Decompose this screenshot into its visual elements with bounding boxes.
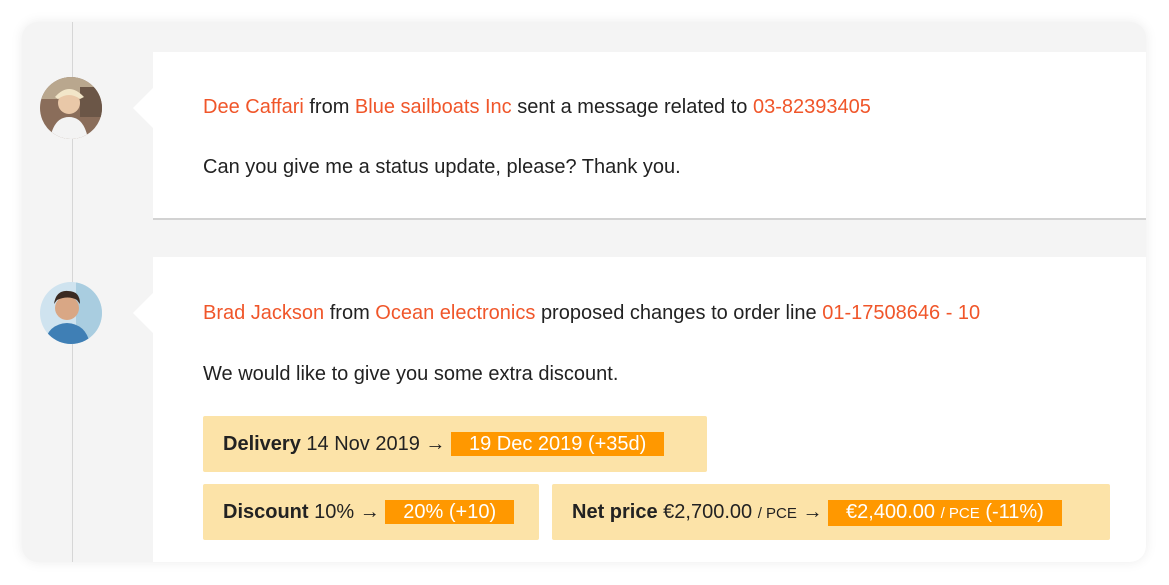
action-text: proposed changes to order line bbox=[540, 302, 817, 324]
order-line-link[interactable]: 01-17508646 - 10 bbox=[822, 302, 980, 324]
arrow-icon: → bbox=[359, 501, 380, 523]
avatar-dee-caffari bbox=[40, 77, 102, 139]
net-price-change-chip: Net price €2,700.00 / PCE → €2,400.00 / … bbox=[552, 484, 1110, 540]
discount-label: Discount bbox=[223, 501, 309, 523]
timeline-card-proposal: Brad Jackson from Ocean electronics prop… bbox=[133, 257, 1146, 562]
timeline-card-message: Dee Caffari from Blue sailboats Inc sent… bbox=[133, 52, 1146, 220]
company-link[interactable]: Blue sailboats Inc bbox=[355, 96, 512, 118]
company-link[interactable]: Ocean electronics bbox=[375, 302, 535, 324]
net-price-label: Net price bbox=[572, 501, 658, 523]
delivery-label: Delivery bbox=[223, 433, 301, 455]
arrow-icon: → bbox=[425, 433, 446, 455]
net-price-old-unit: / PCE bbox=[757, 505, 797, 522]
net-price-new-unit: / PCE bbox=[940, 505, 980, 522]
delivery-new-value: 19 Dec 2019 (+35d) bbox=[450, 432, 665, 456]
from-text: from bbox=[329, 302, 370, 324]
delivery-old-value: 14 Nov 2019 bbox=[306, 433, 420, 455]
discount-new-value: 20% (+10) bbox=[385, 500, 515, 524]
arrow-icon: → bbox=[802, 501, 823, 523]
from-text: from bbox=[309, 96, 350, 118]
card-headline: Dee Caffari from Blue sailboats Inc sent… bbox=[203, 95, 871, 119]
reference-link[interactable]: 03-82393405 bbox=[753, 96, 871, 118]
net-price-old-value: €2,700.00 bbox=[663, 501, 753, 523]
net-price-new-amount: €2,400.00 bbox=[846, 501, 935, 523]
delivery-change-chip: Delivery 14 Nov 2019 → 19 Dec 2019 (+35d… bbox=[203, 416, 707, 472]
discount-change-chip: Discount 10% → 20% (+10) bbox=[203, 484, 539, 540]
message-text: Can you give me a status update, please?… bbox=[203, 156, 681, 178]
person-link[interactable]: Dee Caffari bbox=[203, 96, 304, 118]
message-text: We would like to give you some extra dis… bbox=[203, 363, 619, 385]
action-text: sent a message related to bbox=[517, 96, 748, 118]
discount-old-value: 10% bbox=[314, 501, 355, 523]
person-link[interactable]: Brad Jackson bbox=[203, 302, 324, 324]
card-headline: Brad Jackson from Ocean electronics prop… bbox=[203, 301, 980, 325]
net-price-delta: (-11%) bbox=[985, 501, 1044, 523]
net-price-new-value: €2,400.00 / PCE (-11%) bbox=[828, 500, 1062, 526]
avatar-brad-jackson bbox=[40, 282, 102, 344]
activity-timeline: Dee Caffari from Blue sailboats Inc sent… bbox=[22, 22, 1146, 562]
